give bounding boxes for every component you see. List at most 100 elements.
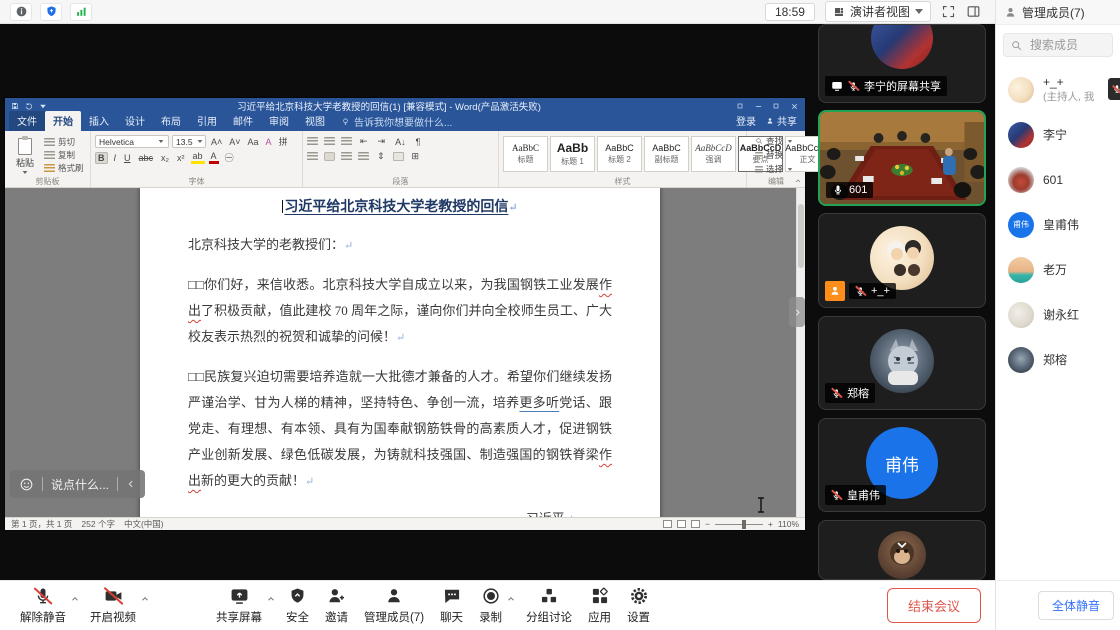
increase-indent-icon[interactable]: ⇥ xyxy=(376,136,388,147)
zoom-level[interactable]: 110% xyxy=(778,519,799,529)
copy-button[interactable]: 复制 xyxy=(44,149,84,161)
mic-options-chevron[interactable] xyxy=(70,594,80,604)
security-button[interactable]: 安全 xyxy=(278,586,317,625)
clear-format-icon[interactable]: A xyxy=(264,137,274,147)
chat-button[interactable]: 聊天 xyxy=(432,586,471,625)
video-thumbnail-host[interactable]: +_+ xyxy=(818,213,986,308)
search-input[interactable] xyxy=(1028,37,1106,53)
participant-search-box[interactable] xyxy=(1003,33,1113,57)
underline-button[interactable]: U xyxy=(122,153,133,163)
bullets-icon[interactable] xyxy=(307,137,318,146)
share-screen-button[interactable]: 共享屏幕 xyxy=(208,586,270,625)
align-right-icon[interactable] xyxy=(341,152,352,161)
apps-button[interactable]: 应用 xyxy=(580,586,619,625)
chat-quick-bar[interactable]: 说点什么... xyxy=(10,470,145,498)
paste-button[interactable]: 粘贴 xyxy=(9,134,41,176)
list-item[interactable]: 郑榕 xyxy=(996,337,1120,382)
minimize-button[interactable] xyxy=(749,99,767,113)
subscript-button[interactable]: x₂ xyxy=(159,153,171,163)
format-painter-button[interactable]: 格式刷 xyxy=(44,162,84,174)
zoom-out-icon[interactable]: − xyxy=(705,519,710,529)
save-icon[interactable] xyxy=(11,102,19,110)
list-item[interactable]: 李宁 xyxy=(996,112,1120,157)
record-button[interactable]: 录制 xyxy=(471,586,510,625)
list-item[interactable]: 甫伟 皇甫伟 xyxy=(996,202,1120,247)
list-item[interactable]: 谢永红 xyxy=(996,292,1120,337)
record-options-chevron[interactable] xyxy=(506,594,516,604)
tab-design[interactable]: 设计 xyxy=(117,111,153,131)
shading-icon[interactable] xyxy=(393,152,404,161)
change-case-icon[interactable]: Aa xyxy=(246,137,261,147)
strikethrough-button[interactable]: abc xyxy=(137,153,156,163)
enclose-characters-icon[interactable]: ㊀ xyxy=(223,151,236,164)
word-count[interactable]: 252 个字 xyxy=(81,518,115,530)
page-indicator[interactable]: 第 1 页，共 1 页 xyxy=(11,518,72,530)
tab-view[interactable]: 视图 xyxy=(297,111,333,131)
start-video-button[interactable]: 开启视频 xyxy=(82,586,144,625)
bold-button[interactable]: B xyxy=(95,152,108,164)
select-button[interactable]: 选择 xyxy=(755,163,794,175)
style-heading1[interactable]: AaBb标题 1 xyxy=(550,136,595,172)
collapse-chat-icon[interactable] xyxy=(126,479,136,489)
font-size-select[interactable]: 13.5 xyxy=(172,135,206,148)
quick-access-caret-icon[interactable] xyxy=(40,104,46,108)
style-heading2[interactable]: AaBbC标题 2 xyxy=(597,136,642,172)
style-emphasis[interactable]: AaBbCcD强调 xyxy=(691,136,736,172)
tab-mailings[interactable]: 邮件 xyxy=(225,111,261,131)
breakout-rooms-button[interactable]: 分组讨论 xyxy=(518,586,580,625)
justify-icon[interactable] xyxy=(358,152,369,161)
fullscreen-button[interactable] xyxy=(941,4,956,19)
list-item[interactable]: 老万 xyxy=(996,247,1120,292)
zoom-slider[interactable] xyxy=(715,524,763,525)
font-name-select[interactable]: Helvetica xyxy=(95,135,169,148)
video-options-chevron[interactable] xyxy=(140,594,150,604)
video-thumbnail-huangfuwei[interactable]: 甫伟 皇甫伟 xyxy=(818,418,986,512)
italic-button[interactable]: I xyxy=(112,153,119,163)
tab-references[interactable]: 引用 xyxy=(189,111,225,131)
scrollbar-thumb[interactable] xyxy=(798,204,804,268)
word-document-area[interactable]: 习近平给北京科技大学老教授的回信↵ 北京科技大学的老教授们：↵ □□你们好，来信… xyxy=(5,188,805,517)
tab-home[interactable]: 开始 xyxy=(45,111,81,131)
invite-button[interactable]: 邀请 xyxy=(317,586,356,625)
web-layout-icon[interactable] xyxy=(691,520,700,528)
document-page[interactable]: 习近平给北京科技大学老教授的回信↵ 北京科技大学的老教授们：↵ □□你们好，来信… xyxy=(140,188,660,517)
zoom-in-icon[interactable]: + xyxy=(768,519,773,529)
phonetic-guide-icon[interactable]: 拼 xyxy=(277,135,290,148)
mute-all-button[interactable]: 全体静音 xyxy=(1038,591,1114,620)
multilevel-list-icon[interactable] xyxy=(341,137,352,146)
unmute-button[interactable]: 解除静音 xyxy=(12,586,74,625)
security-shield-icon[interactable] xyxy=(40,3,62,21)
borders-icon[interactable]: ⊞ xyxy=(410,151,422,162)
cut-button[interactable]: 剪切 xyxy=(44,136,84,148)
collapse-ribbon-icon[interactable] xyxy=(794,177,802,185)
tell-me-box[interactable]: 告诉我你想要做什么... xyxy=(341,114,452,131)
network-signal-icon[interactable] xyxy=(70,3,92,21)
emoji-icon[interactable] xyxy=(19,477,34,492)
close-button[interactable] xyxy=(785,99,803,113)
sidebar-toggle-button[interactable] xyxy=(966,4,981,19)
tab-insert[interactable]: 插入 xyxy=(81,111,117,131)
tab-layout[interactable]: 布局 xyxy=(153,111,189,131)
list-item[interactable]: +_+ (主持人, 我 xyxy=(996,67,1120,112)
pilcrow-icon[interactable]: ¶ xyxy=(414,137,423,147)
chat-input-placeholder[interactable]: 说点什么... xyxy=(51,476,109,493)
find-button[interactable]: 查找 xyxy=(755,135,794,147)
view-mode-selector[interactable]: 演讲者视图 xyxy=(825,1,931,22)
print-layout-icon[interactable] xyxy=(677,520,686,528)
decrease-indent-icon[interactable]: ⇤ xyxy=(358,136,370,147)
tab-file[interactable]: 文件 xyxy=(9,111,45,131)
video-thumbnail-zhengrong[interactable]: 郑榕 xyxy=(818,316,986,410)
video-thumbnail-lining-share[interactable]: 李宁的屏幕共享 xyxy=(818,24,986,103)
signin-button[interactable]: 登录 xyxy=(736,113,756,128)
video-thumbnail-more[interactable] xyxy=(818,520,986,580)
read-mode-icon[interactable] xyxy=(663,520,672,528)
sort-icon[interactable]: A↓ xyxy=(393,137,408,147)
style-subtitle[interactable]: AaBbC副标题 xyxy=(644,136,689,172)
numbering-icon[interactable] xyxy=(324,137,335,146)
shrink-font-icon[interactable]: A˅ xyxy=(227,137,242,147)
superscript-button[interactable]: x² xyxy=(175,153,187,163)
line-spacing-icon[interactable]: ⇕ xyxy=(375,151,387,162)
grow-font-icon[interactable]: A˄ xyxy=(209,137,224,147)
style-title[interactable]: AaBbC标题 xyxy=(503,136,548,172)
maximize-button[interactable] xyxy=(767,99,785,113)
